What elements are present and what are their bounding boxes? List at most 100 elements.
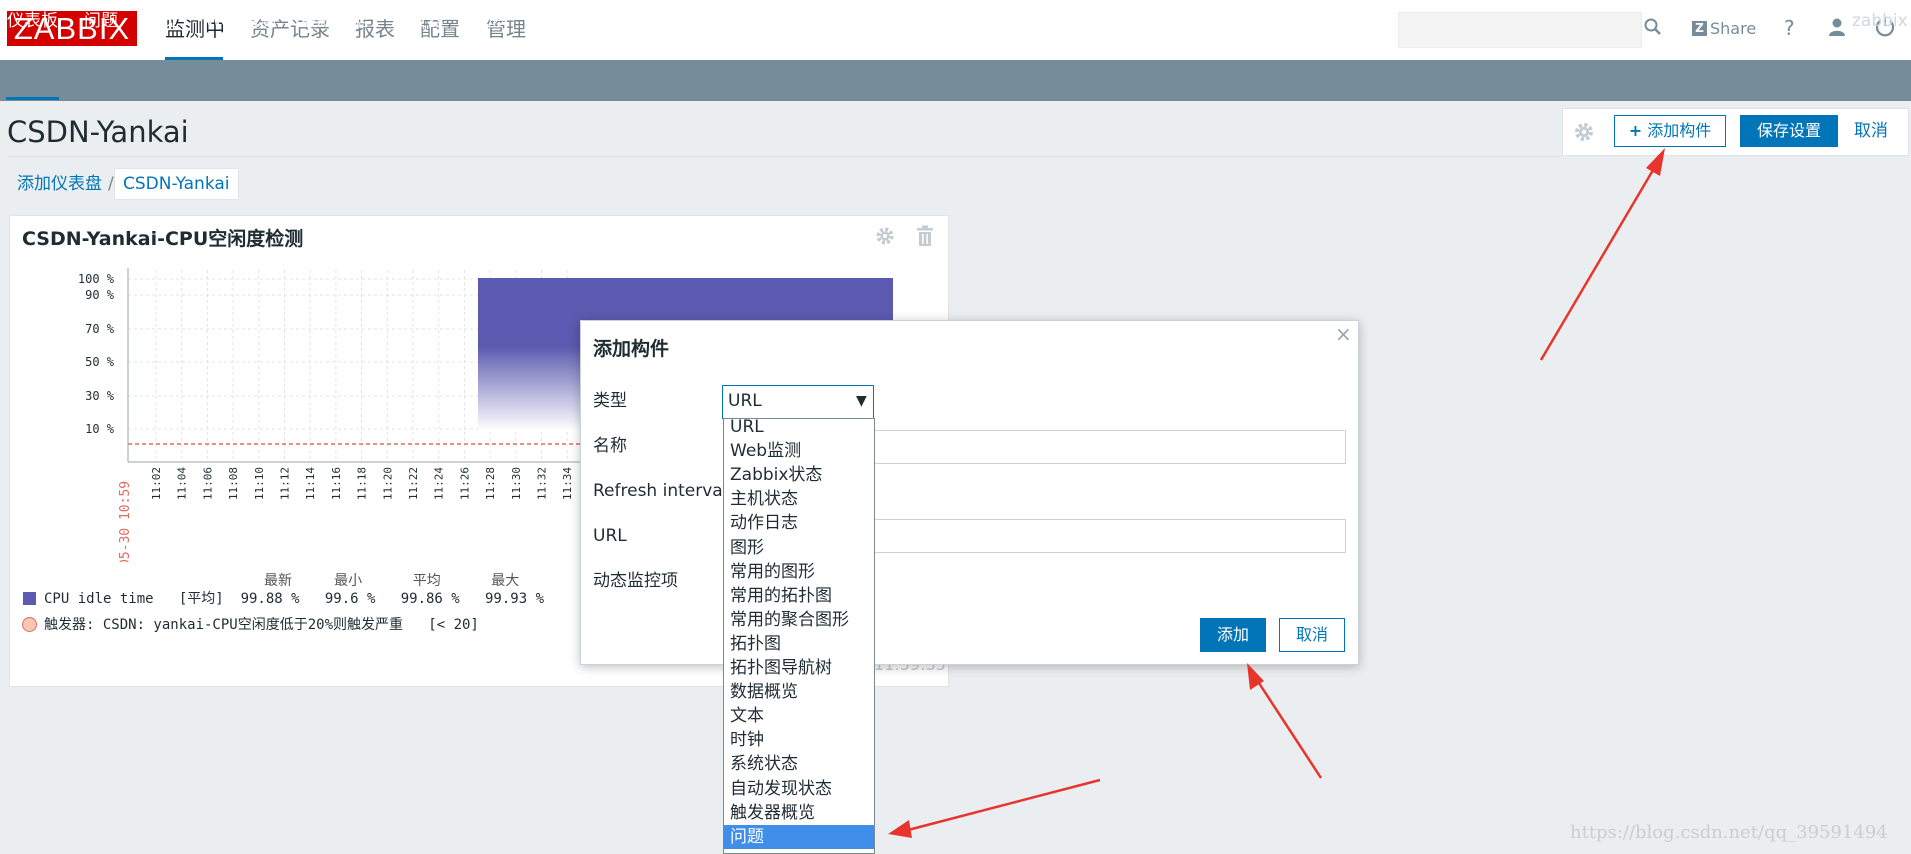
x-tick-label: 11:28 [484, 467, 497, 500]
subnav-latest-data[interactable]: 最新数据 [300, 8, 368, 34]
dialog-title: 添加构件 [593, 338, 670, 360]
y-tick-label: 70 % [85, 322, 115, 336]
type-option[interactable]: 系统状态 [724, 752, 874, 776]
x-tick-label: 11:32 [536, 467, 549, 500]
breadcrumb-current[interactable]: CSDN-Yankai [114, 168, 239, 200]
url-label: URL [593, 526, 627, 546]
series-color-swatch [23, 592, 36, 605]
x-tick-label: 11:18 [356, 467, 369, 500]
x-tick-label: 11:22 [407, 467, 420, 500]
cancel-button[interactable]: 取消 [1279, 618, 1345, 652]
search-input[interactable] [1398, 12, 1642, 48]
type-option[interactable]: 主机状态 [724, 487, 874, 511]
x-tick-label: 11:30 [510, 467, 523, 500]
widget-title: CSDN-Yankai-CPU空闲度检测 [22, 228, 304, 250]
add-button[interactable]: 添加 [1200, 618, 1266, 652]
subnav-screens[interactable]: 聚合图形 [531, 8, 599, 34]
y-tick-label: 100 % [78, 272, 115, 286]
type-option[interactable]: 动作日志 [724, 511, 874, 535]
x-tick-label: 11:14 [304, 467, 317, 500]
type-option[interactable]: 时钟 [724, 728, 874, 752]
arrow-head-icon [1247, 663, 1264, 690]
dynamic-item-label: 动态监控项 [593, 571, 678, 591]
type-option[interactable]: URL [724, 419, 874, 439]
title-divider [7, 156, 1562, 157]
cancel-edit-button[interactable]: 取消 [1854, 115, 1888, 147]
url-input[interactable] [873, 519, 1346, 553]
subnav-dashboard[interactable]: 仪表板 [7, 8, 58, 34]
type-option[interactable]: Zabbix状态 [724, 463, 874, 487]
x-tick-label: 11:08 [227, 467, 240, 500]
x-tick-label: 11:26 [458, 467, 471, 500]
type-option[interactable]: 常用的拓扑图 [724, 584, 874, 608]
zabbix-share-icon: Z [1692, 21, 1707, 36]
arrow-problems-option [907, 778, 1101, 832]
type-option[interactable]: 自动发现状态 [724, 777, 874, 801]
page-title: CSDN-Yankai [7, 115, 189, 149]
help-icon[interactable]: ? [1784, 13, 1795, 43]
subnav-problems[interactable]: 问题 [84, 8, 118, 34]
type-option[interactable]: Web监测 [724, 439, 874, 463]
close-icon[interactable]: × [1335, 322, 1352, 346]
y-axis-ticks: 100 % 90 % 70 % 50 % 30 % 10 % [78, 272, 115, 436]
legend-trigger: 触发器: CSDN: yankai-CPU空闲度低于20%则触发严重 [< 20… [44, 617, 479, 633]
y-tick-label: 50 % [85, 355, 115, 369]
breadcrumb-add-dashboard[interactable]: 添加仪表盘 [17, 169, 102, 199]
share-label: Share [1710, 19, 1757, 38]
add-widget-label: 添加构件 [1647, 121, 1712, 140]
type-option[interactable]: 拓扑图导航树 [724, 656, 874, 680]
user-profile-icon[interactable] [1827, 17, 1847, 37]
current-user: zabbix [1852, 11, 1908, 31]
plus-icon: + [1628, 121, 1643, 140]
x-tick-label: 11:24 [433, 467, 446, 500]
x-tick-label: 11:04 [176, 467, 189, 500]
subnav-active-underline [6, 97, 59, 100]
subnav-discovery[interactable]: 自动发现 [701, 8, 769, 34]
subnav-triggers[interactable]: 触发器 [393, 8, 444, 34]
type-option[interactable]: 常用的聚合图形 [724, 608, 874, 632]
type-dropdown-list: URL Web监测 Zabbix状态 主机状态 动作日志 图形 常用的图形 常用的拓扑图 常用的… [723, 418, 875, 854]
arrow-add-widget [1539, 164, 1658, 361]
x-axis-start-label: 05-30 10:59 [118, 481, 133, 562]
widget-gear-icon[interactable] [874, 225, 896, 247]
subnav-services[interactable]: 服务 [794, 8, 828, 34]
watermark: https://blog.csdn.net/qq_39591494 [1570, 822, 1888, 843]
type-option[interactable]: 触发器概览 [724, 801, 874, 825]
search-icon[interactable] [1644, 18, 1662, 36]
name-label: 名称 [593, 436, 627, 456]
save-settings-button[interactable]: 保存设置 [1740, 115, 1838, 147]
type-label: 类型 [593, 391, 627, 411]
arrow-add-button [1255, 679, 1323, 779]
type-option[interactable]: 问题 [724, 824, 874, 849]
subnav-web[interactable]: Web监测 [205, 8, 276, 34]
subnav-overview[interactable]: 概览 [145, 8, 179, 34]
subnav-maps[interactable]: 拓扑图 [625, 8, 676, 34]
type-option[interactable]: 拓扑图 [724, 632, 874, 656]
widget-trash-icon[interactable] [915, 225, 935, 247]
type-option[interactable]: 常用的图形 [724, 560, 874, 584]
x-tick-label: 11:10 [253, 467, 266, 500]
arrow-head-icon [888, 820, 912, 838]
name-input[interactable] [873, 430, 1346, 464]
refresh-interval-label: Refresh interval [593, 481, 728, 501]
type-option[interactable]: 数据概览 [724, 680, 874, 704]
breadcrumb-separator: / [108, 174, 114, 194]
x-tick-label: 11:34 [561, 467, 574, 500]
y-tick-label: 30 % [85, 389, 115, 403]
y-tick-label: 10 % [85, 422, 115, 436]
x-tick-label: 11:06 [201, 467, 214, 500]
subnav-graphs[interactable]: 图形 [470, 8, 504, 34]
type-option[interactable]: 图形 [724, 536, 874, 560]
add-widget-button[interactable]: + 添加构件 [1614, 115, 1726, 147]
legend-series: CPU idle time [平均] 99.88 % 99.6 % 99.86 … [44, 591, 545, 607]
x-tick-label: 11:20 [381, 467, 394, 500]
x-tick-label: 11:16 [330, 467, 343, 500]
legend-header: 最新 最小 平均 最大 [264, 573, 520, 589]
x-tick-label: 11:02 [150, 467, 163, 500]
chevron-down-icon: ▼ [856, 393, 867, 409]
x-axis-ticks: 11:02 11:04 11:06 11:08 11:10 11:12 11:14 11:16… [150, 467, 574, 500]
trigger-swatch [22, 617, 37, 632]
y-tick-label: 90 % [85, 288, 115, 302]
type-option[interactable]: 文本 [724, 704, 874, 728]
gear-icon[interactable] [1572, 120, 1596, 144]
